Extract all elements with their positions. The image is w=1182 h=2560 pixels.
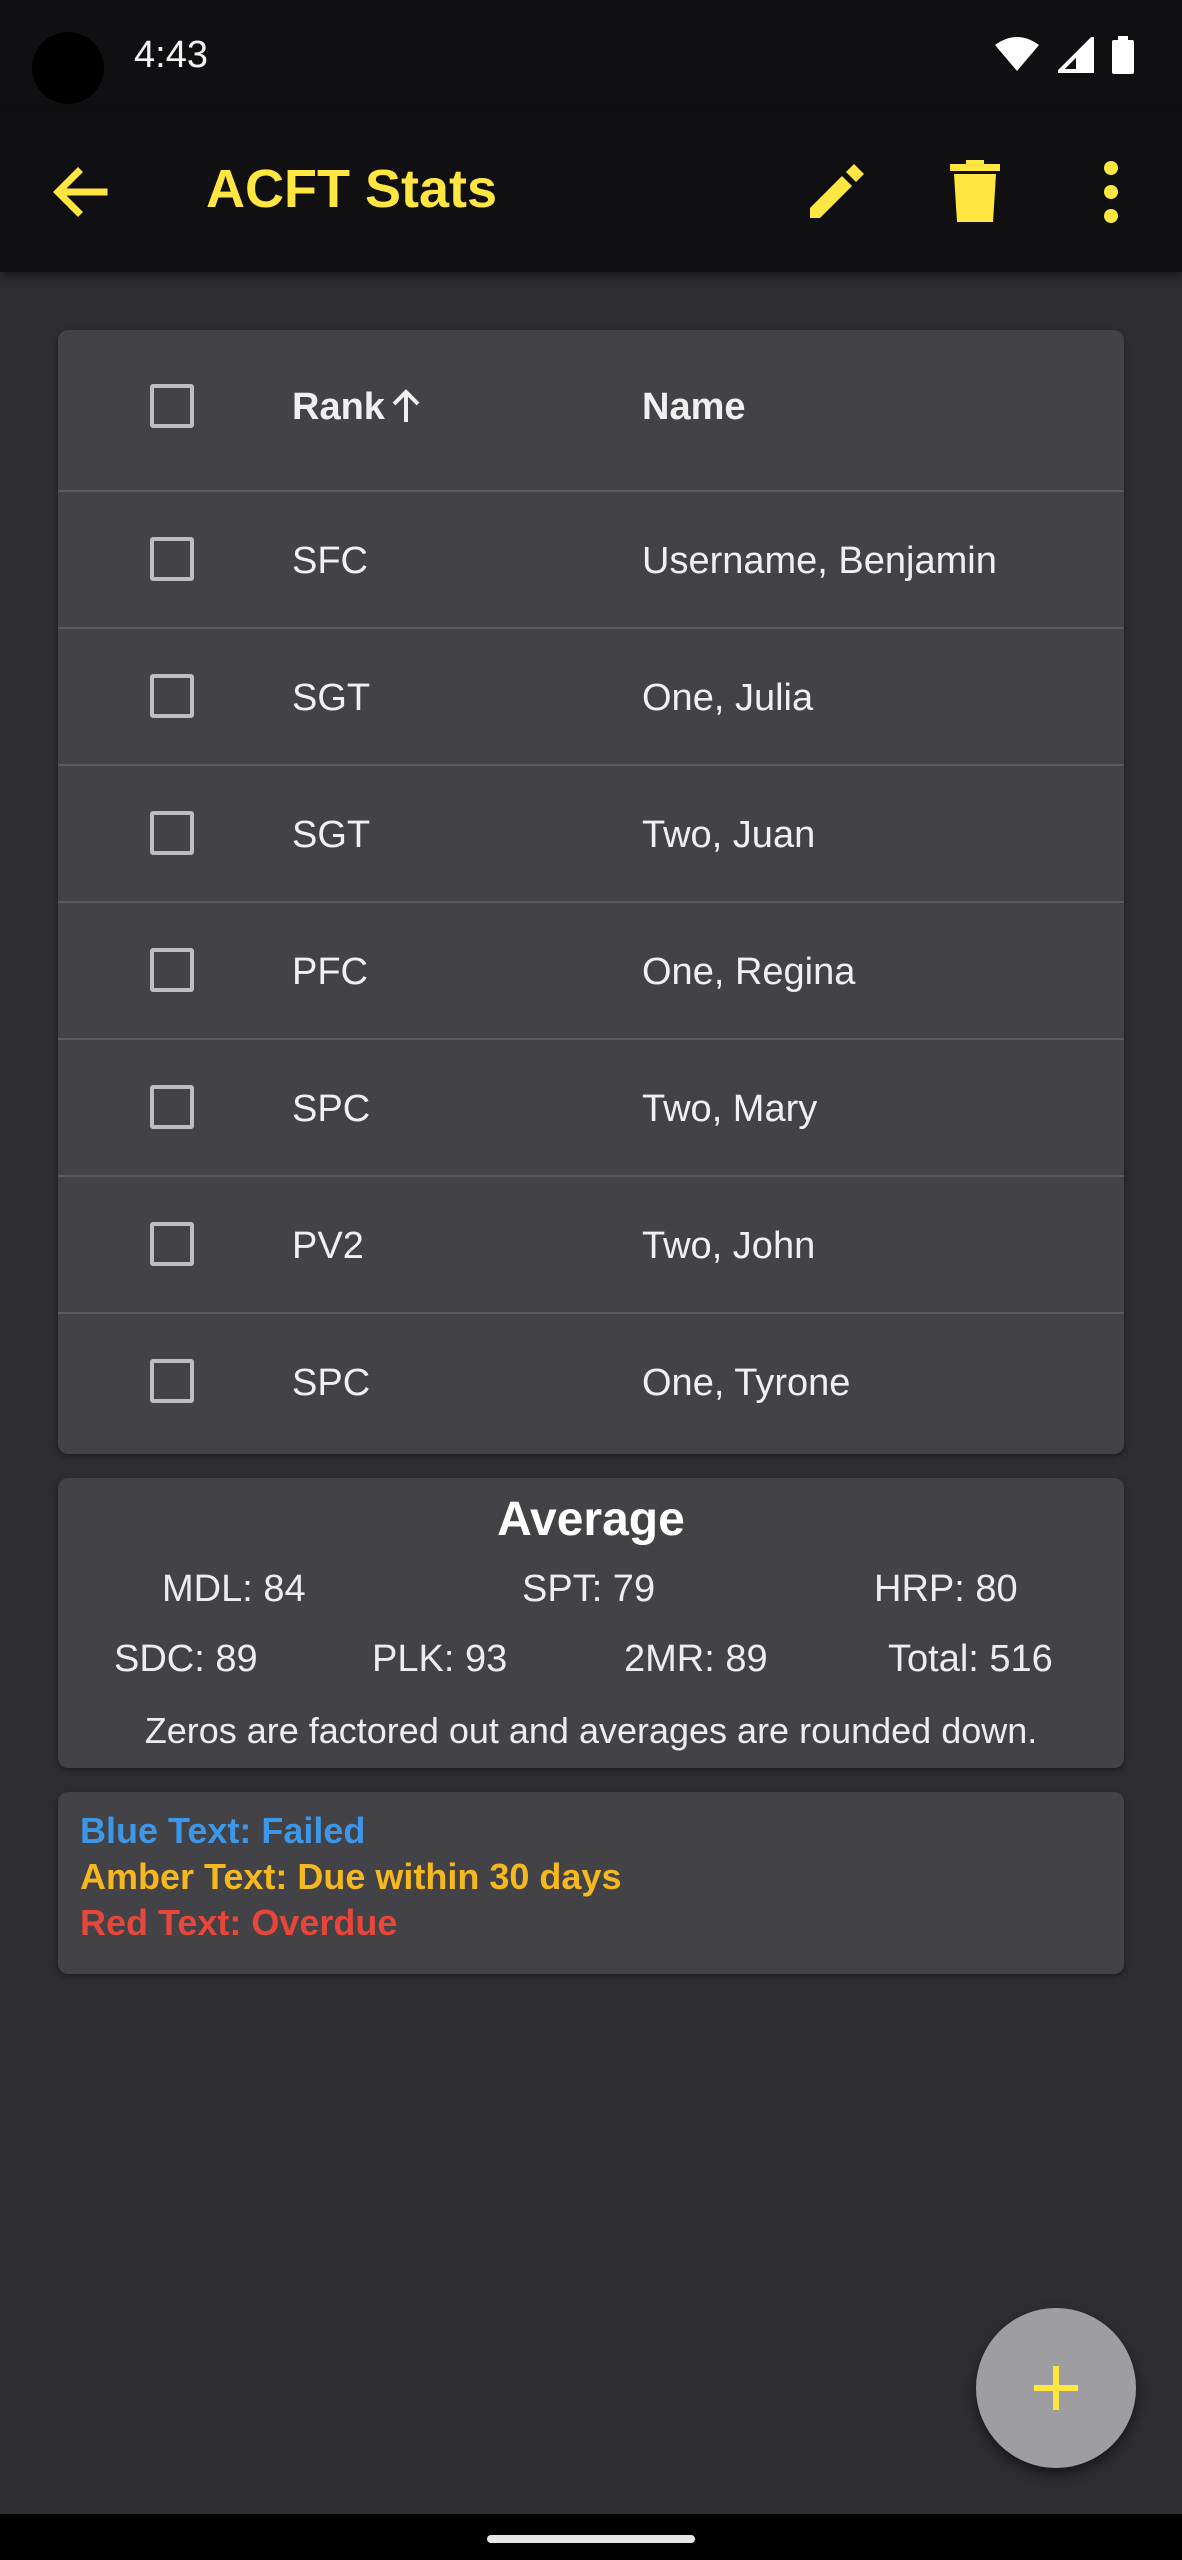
row-checkbox[interactable]: [150, 537, 194, 581]
row-rank: SPC: [292, 1088, 371, 1130]
row-rank: SGT: [292, 677, 371, 719]
row-name: One, Tyrone: [642, 1362, 851, 1404]
status-time: 4:43: [134, 34, 208, 76]
row-name: Two, Juan: [642, 814, 816, 856]
home-handle[interactable]: [487, 2535, 695, 2543]
row-checkbox[interactable]: [150, 811, 194, 855]
average-title: Average: [497, 1493, 685, 1546]
avg-total: Total: 516: [888, 1638, 1053, 1680]
table-row[interactable]: SPC Two, Mary: [58, 1038, 1124, 1177]
status-bar: 4:43: [0, 0, 1182, 112]
row-checkbox[interactable]: [150, 1085, 194, 1129]
navigation-bar: [0, 2514, 1182, 2560]
table-row[interactable]: PV2 Two, John: [58, 1175, 1124, 1314]
select-all-checkbox[interactable]: [150, 384, 194, 428]
battery-icon: [1112, 36, 1134, 74]
arrow-up-icon: [392, 389, 420, 422]
page-title: ACFT Stats: [206, 159, 498, 219]
table-header: Rank Name: [58, 330, 1124, 490]
table-row[interactable]: PFC One, Regina: [58, 901, 1124, 1040]
row-name: Username, Benjamin: [642, 540, 997, 582]
avg-hrp: HRP: 80: [874, 1568, 1018, 1610]
row-checkbox[interactable]: [150, 1359, 194, 1403]
app-bar: ACFT Stats: [0, 112, 1182, 272]
row-name: Two, Mary: [642, 1088, 818, 1130]
legend-blue: Blue Text: Failed: [80, 1810, 366, 1851]
average-card: Average MDL: 84 SPT: 79 HRP: 80 SDC: 89 …: [58, 1478, 1124, 1768]
avg-plk: PLK: 93: [372, 1638, 508, 1680]
rank-column-header[interactable]: Rank: [292, 386, 421, 429]
avg-mdl: MDL: 84: [162, 1568, 306, 1610]
avg-2mr: 2MR: 89: [624, 1638, 768, 1680]
back-arrow-icon[interactable]: [48, 160, 112, 224]
row-name: One, Regina: [642, 951, 856, 993]
more-vert-icon[interactable]: [1098, 160, 1124, 224]
color-legend: Blue Text: Failed Amber Text: Due within…: [58, 1792, 1124, 1974]
camera-cutout: [32, 32, 104, 104]
signal-icon: [1058, 37, 1094, 73]
row-rank: SFC: [292, 540, 368, 582]
row-checkbox[interactable]: [150, 1222, 194, 1266]
row-rank: PV2: [292, 1225, 364, 1267]
row-name: One, Julia: [642, 677, 814, 719]
row-name: Two, John: [642, 1225, 816, 1267]
trash-icon[interactable]: [950, 160, 1000, 222]
table-row[interactable]: SFC Username, Benjamin: [58, 490, 1124, 629]
avg-spt: SPT: 79: [522, 1568, 656, 1610]
average-note: Zeros are factored out and averages are …: [144, 1710, 1038, 1751]
row-rank: PFC: [292, 951, 368, 993]
soldier-table: Rank Name SFC Username, Benjamin SGT One…: [58, 330, 1124, 1454]
pencil-icon[interactable]: [806, 162, 866, 222]
avg-sdc: SDC: 89: [114, 1638, 258, 1680]
table-row[interactable]: SGT Two, Juan: [58, 764, 1124, 903]
legend-amber: Amber Text: Due within 30 days: [80, 1856, 622, 1897]
rank-header-label: Rank: [292, 386, 385, 428]
add-soldier-button[interactable]: [976, 2308, 1136, 2468]
row-checkbox[interactable]: [150, 948, 194, 992]
table-row[interactable]: SPC One, Tyrone: [58, 1312, 1124, 1451]
table-row[interactable]: SGT One, Julia: [58, 627, 1124, 766]
legend-red: Red Text: Overdue: [80, 1902, 398, 1943]
status-icons: [994, 36, 1134, 74]
row-rank: SGT: [292, 814, 371, 856]
row-rank: SPC: [292, 1362, 371, 1404]
plus-icon: [1034, 2366, 1078, 2410]
name-column-header[interactable]: Name: [642, 386, 746, 429]
row-checkbox[interactable]: [150, 674, 194, 718]
wifi-icon: [995, 37, 1039, 71]
